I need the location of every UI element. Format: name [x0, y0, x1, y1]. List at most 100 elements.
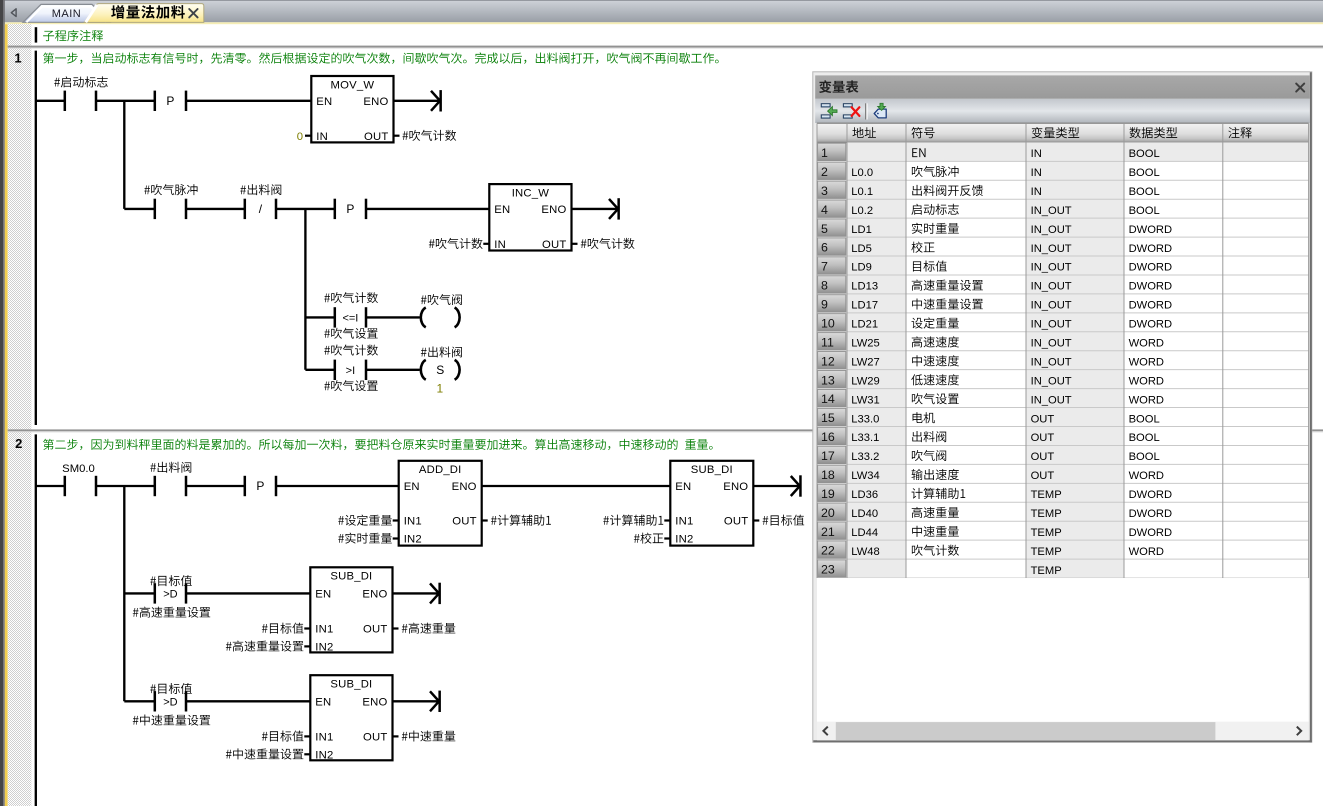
svg-text:TEMP: TEMP — [1031, 527, 1062, 539]
svg-text:LD5: LD5 — [851, 243, 872, 255]
svg-text:IN: IN — [316, 131, 328, 143]
svg-text:TEMP: TEMP — [1031, 489, 1062, 501]
svg-text:19: 19 — [821, 487, 835, 501]
svg-text:2: 2 — [15, 436, 22, 451]
svg-text:IN_OUT: IN_OUT — [1031, 356, 1072, 368]
svg-text:1: 1 — [821, 146, 828, 160]
svg-text:IN: IN — [1031, 186, 1042, 198]
svg-text:15: 15 — [821, 411, 835, 425]
svg-text:10: 10 — [821, 316, 835, 330]
svg-text:WORD: WORD — [1129, 356, 1164, 368]
svg-text:OUT: OUT — [364, 131, 388, 143]
svg-text:LD36: LD36 — [851, 489, 878, 501]
svg-text:11: 11 — [821, 335, 834, 349]
svg-text:ENO: ENO — [362, 696, 387, 708]
svg-text:S: S — [436, 363, 444, 377]
svg-text:OUT: OUT — [1031, 413, 1055, 425]
svg-text:IN_OUT: IN_OUT — [1031, 300, 1072, 312]
svg-text:IN_OUT: IN_OUT — [1031, 319, 1072, 331]
svg-text:<=I: <=I — [342, 313, 358, 325]
svg-text:LW48: LW48 — [851, 546, 879, 558]
svg-text:WORD: WORD — [1129, 394, 1164, 406]
svg-text:ENO: ENO — [363, 96, 388, 108]
svg-text:IN_OUT: IN_OUT — [1031, 243, 1072, 255]
svg-text:LW27: LW27 — [851, 356, 879, 368]
svg-text:SM0.0: SM0.0 — [62, 463, 95, 475]
svg-text:P: P — [346, 202, 354, 216]
svg-text:IN_OUT: IN_OUT — [1031, 205, 1072, 217]
svg-text:TEMP: TEMP — [1031, 546, 1062, 558]
svg-text:TEMP: TEMP — [1031, 565, 1062, 577]
svg-text:L0.0: L0.0 — [851, 167, 873, 179]
svg-text:20: 20 — [821, 506, 835, 520]
svg-text:6: 6 — [821, 241, 828, 255]
svg-text:OUT: OUT — [363, 624, 387, 636]
svg-text:>I: >I — [346, 365, 355, 377]
svg-text:IN: IN — [1031, 167, 1042, 179]
svg-text:L33.1: L33.1 — [851, 432, 879, 444]
svg-text:22: 22 — [821, 544, 835, 558]
svg-text:IN2: IN2 — [404, 534, 422, 546]
svg-text:13: 13 — [821, 373, 835, 387]
svg-text:ENO: ENO — [541, 204, 566, 216]
svg-text:LD13: LD13 — [851, 281, 878, 293]
svg-text:DWORD: DWORD — [1129, 508, 1173, 520]
svg-text:DWORD: DWORD — [1129, 262, 1173, 274]
svg-text:EN: EN — [316, 96, 332, 108]
svg-text:DWORD: DWORD — [1129, 300, 1173, 312]
svg-text:DWORD: DWORD — [1129, 489, 1173, 501]
svg-text:EN: EN — [494, 204, 510, 216]
svg-text:P: P — [256, 479, 264, 493]
svg-text:OUT: OUT — [1031, 432, 1055, 444]
svg-text:EN: EN — [404, 481, 420, 493]
svg-text:21: 21 — [821, 525, 835, 539]
svg-text:ENO: ENO — [362, 589, 387, 601]
svg-text:ENO: ENO — [452, 481, 477, 493]
svg-text:7: 7 — [821, 260, 828, 274]
svg-text:17: 17 — [821, 449, 835, 463]
svg-text:BOOL: BOOL — [1129, 451, 1160, 463]
svg-text:OUT: OUT — [542, 239, 566, 251]
svg-text:IN2: IN2 — [675, 534, 693, 546]
svg-text:IN_OUT: IN_OUT — [1031, 338, 1072, 350]
svg-text:14: 14 — [821, 392, 835, 406]
svg-text:WORD: WORD — [1129, 470, 1164, 482]
svg-text:DWORD: DWORD — [1129, 224, 1173, 236]
svg-text:INC_W: INC_W — [512, 187, 550, 199]
svg-text:L33.0: L33.0 — [851, 413, 879, 425]
svg-text:L0.1: L0.1 — [851, 186, 873, 198]
svg-text:IN1: IN1 — [315, 624, 333, 636]
svg-text:LD40: LD40 — [851, 508, 878, 520]
svg-text:TEMP: TEMP — [1031, 508, 1062, 520]
svg-text:OUT: OUT — [724, 516, 748, 528]
svg-text:LW31: LW31 — [851, 394, 879, 406]
svg-text:SUB_DI: SUB_DI — [691, 464, 733, 476]
svg-text:IN1: IN1 — [404, 516, 422, 528]
svg-text:IN_OUT: IN_OUT — [1031, 375, 1072, 387]
svg-text:L0.2: L0.2 — [851, 205, 873, 217]
svg-text:BOOL: BOOL — [1129, 186, 1160, 198]
svg-text:>D: >D — [163, 589, 177, 601]
svg-text:IN_OUT: IN_OUT — [1031, 281, 1072, 293]
svg-text:IN2: IN2 — [315, 749, 333, 761]
svg-text:DWORD: DWORD — [1129, 243, 1173, 255]
svg-text:SUB_DI: SUB_DI — [330, 571, 372, 583]
svg-text:P: P — [166, 94, 174, 108]
svg-text:BOOL: BOOL — [1129, 167, 1160, 179]
svg-text:MAIN: MAIN — [52, 8, 82, 20]
svg-text:>D: >D — [163, 696, 177, 708]
svg-text:2: 2 — [821, 165, 828, 179]
svg-text:4: 4 — [821, 203, 828, 217]
svg-text:LW34: LW34 — [851, 470, 879, 482]
svg-text:IN_OUT: IN_OUT — [1031, 394, 1072, 406]
svg-text:DWORD: DWORD — [1129, 319, 1173, 331]
svg-text:OUT: OUT — [452, 516, 476, 528]
svg-text:BOOL: BOOL — [1129, 432, 1160, 444]
svg-text:9: 9 — [821, 298, 828, 312]
svg-text:LD17: LD17 — [851, 300, 878, 312]
svg-text:5: 5 — [821, 222, 828, 236]
svg-text:WORD: WORD — [1129, 338, 1164, 350]
svg-text:OUT: OUT — [1031, 470, 1055, 482]
svg-text:WORD: WORD — [1129, 375, 1164, 387]
svg-text:18: 18 — [821, 468, 835, 482]
